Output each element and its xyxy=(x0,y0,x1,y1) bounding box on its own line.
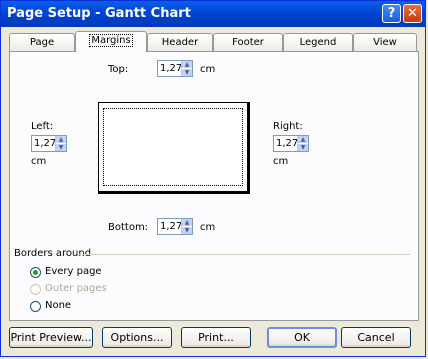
tab-strip: Page Margins Header Footer Legend View xyxy=(9,31,419,52)
bottom-margin-value[interactable]: 1,27 xyxy=(160,220,182,233)
tab-legend[interactable]: Legend xyxy=(283,33,353,51)
spin-down-icon[interactable]: ▼ xyxy=(181,69,192,76)
close-button[interactable]: ✕ xyxy=(403,4,422,23)
help-button[interactable]: ? xyxy=(382,4,401,23)
spin-up-icon[interactable]: ▲ xyxy=(55,136,66,144)
spin-up-icon[interactable]: ▲ xyxy=(297,136,308,144)
left-unit: cm xyxy=(31,156,47,167)
outer-pages-label[interactable]: Outer pages xyxy=(45,283,107,294)
window-title: Page Setup - Gantt Chart xyxy=(7,6,191,21)
tab-label: View xyxy=(373,37,397,48)
print-button[interactable]: Print... xyxy=(181,327,251,348)
bottom-margin-spinner[interactable]: 1,27 ▲ ▼ xyxy=(157,218,193,235)
margins-panel: Top: 1,27 ▲ ▼ cm Left: 1,27 ▲ ▼ cm Right… xyxy=(9,51,419,321)
group-divider xyxy=(78,254,410,255)
top-margin-spinner[interactable]: 1,27 ▲ ▼ xyxy=(157,60,193,77)
every-page-label[interactable]: Every page xyxy=(45,266,102,277)
right-unit: cm xyxy=(273,156,289,167)
ok-button[interactable]: OK xyxy=(267,327,337,348)
none-radio[interactable] xyxy=(30,301,41,312)
title-bar: Page Setup - Gantt Chart ? ✕ xyxy=(1,1,425,27)
top-unit: cm xyxy=(200,64,216,75)
bottom-unit: cm xyxy=(200,222,216,233)
outer-pages-radio[interactable] xyxy=(30,284,41,295)
spin-down-icon[interactable]: ▼ xyxy=(55,144,66,151)
top-margin-value[interactable]: 1,27 xyxy=(160,62,182,75)
left-margin-value[interactable]: 1,27 xyxy=(34,137,56,150)
print-preview-button[interactable]: Print Preview... xyxy=(9,327,93,348)
cancel-button[interactable]: Cancel xyxy=(341,327,411,348)
bottom-label: Bottom: xyxy=(108,222,149,233)
tab-label: Page xyxy=(29,37,55,48)
top-label: Top: xyxy=(108,64,129,75)
tab-label: Legend xyxy=(299,37,337,48)
spin-down-icon[interactable]: ▼ xyxy=(181,227,192,234)
tab-label: Margins xyxy=(89,34,133,47)
tab-margins[interactable]: Margins xyxy=(75,31,147,52)
options-button[interactable]: Options... xyxy=(102,327,172,348)
page-preview xyxy=(98,102,250,194)
tab-page[interactable]: Page xyxy=(9,33,75,51)
tab-label: Footer xyxy=(232,37,264,48)
left-label: Left: xyxy=(31,121,54,132)
spin-down-icon[interactable]: ▼ xyxy=(297,144,308,151)
tab-header[interactable]: Header xyxy=(147,33,213,51)
left-margin-spinner[interactable]: 1,27 ▲ ▼ xyxy=(31,135,67,152)
margin-guide xyxy=(103,108,243,186)
spin-up-icon[interactable]: ▲ xyxy=(181,219,192,227)
right-margin-value[interactable]: 1,27 xyxy=(276,137,298,150)
tab-label: Header xyxy=(161,37,199,48)
page-setup-dialog: Page Setup - Gantt Chart ? ✕ Page Margin… xyxy=(0,0,426,357)
tab-footer[interactable]: Footer xyxy=(213,33,283,51)
spin-up-icon[interactable]: ▲ xyxy=(181,61,192,69)
right-label: Right: xyxy=(273,121,303,132)
every-page-radio[interactable] xyxy=(30,267,41,278)
tab-view[interactable]: View xyxy=(353,33,417,51)
right-margin-spinner[interactable]: 1,27 ▲ ▼ xyxy=(273,135,309,152)
none-label[interactable]: None xyxy=(45,300,71,311)
